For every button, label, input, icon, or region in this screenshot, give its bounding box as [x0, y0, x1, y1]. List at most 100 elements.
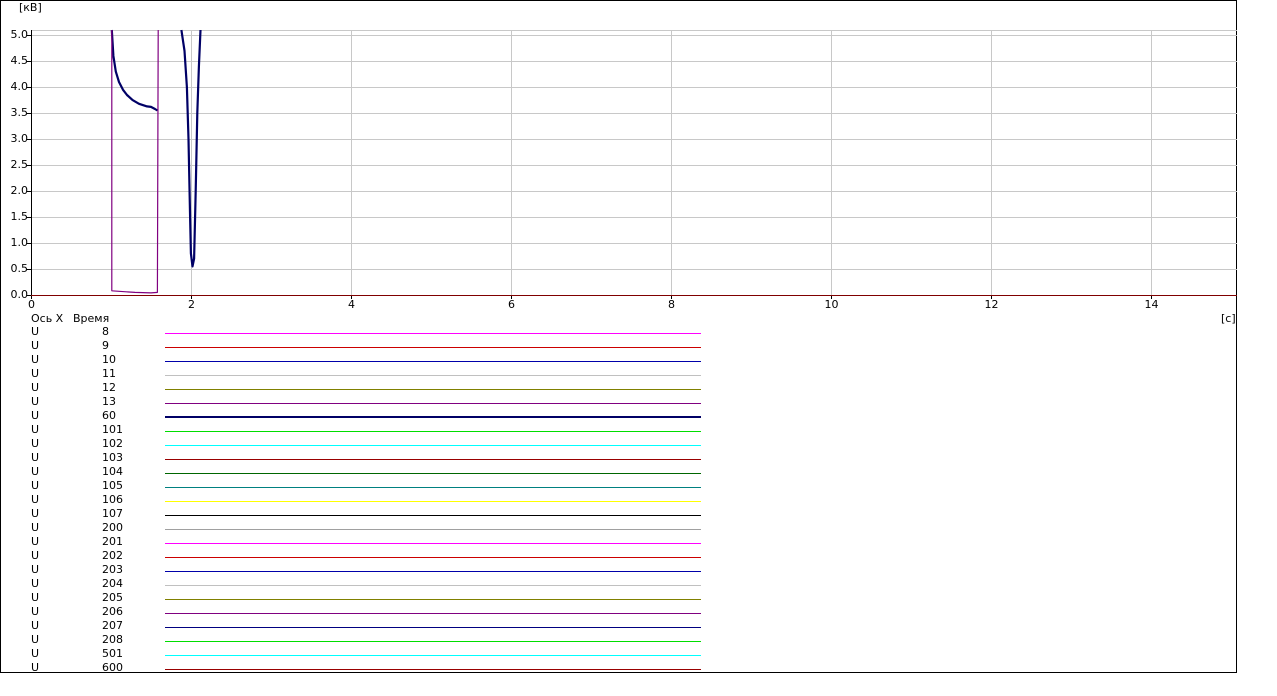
legend-swatch — [165, 431, 701, 432]
y-tick-label: 4.5 — [10, 53, 29, 67]
legend-swatch — [165, 571, 701, 572]
x-tick-label: 14 — [1144, 298, 1159, 311]
legend-node-number: 208 — [102, 633, 123, 646]
legend-swatch — [165, 599, 701, 600]
legend-node-number: 13 — [102, 395, 116, 408]
legend-variable: U — [31, 409, 40, 422]
legend-item: U 106 — [0, 494, 710, 508]
x-axis-quantity: Время — [73, 312, 110, 325]
legend-swatch — [165, 585, 701, 586]
legend-node-number: 205 — [102, 591, 123, 604]
legend-item: U 104 — [0, 466, 710, 480]
legend-swatch — [165, 641, 701, 642]
x-tick-label: 8 — [668, 298, 675, 311]
legend-variable: U — [31, 521, 40, 534]
legend-swatch — [165, 529, 701, 530]
y-axis-label: [кВ] — [19, 1, 42, 14]
legend-swatch — [165, 361, 701, 362]
legend-node-number: 104 — [102, 465, 123, 478]
legend-item: U 101 — [0, 424, 710, 438]
legend-item: U 208 — [0, 634, 710, 648]
legend-variable: U — [31, 423, 40, 436]
y-tick-label: 0.5 — [10, 261, 29, 275]
legend-variable: U — [31, 577, 40, 590]
legend-node-number: 204 — [102, 577, 123, 590]
series-layer — [110, 29, 202, 294]
legend-swatch — [165, 655, 701, 656]
legend-node-number: 201 — [102, 535, 123, 548]
legend-item: U 200 — [0, 522, 710, 536]
legend-variable: U — [31, 507, 40, 520]
x-tick-label: 2 — [188, 298, 195, 311]
legend-node-number: 101 — [102, 423, 123, 436]
legend-variable: U — [31, 479, 40, 492]
legend-item: U 202 — [0, 550, 710, 564]
legend-node-number: 206 — [102, 605, 123, 618]
legend-node-number: 11 — [102, 367, 116, 380]
legend-node-number: 60 — [102, 409, 116, 422]
legend-node-number: 106 — [102, 493, 123, 506]
y-tick-label: 1.0 — [10, 235, 29, 249]
legend-swatch — [165, 627, 701, 628]
legend-item: U 205 — [0, 592, 710, 606]
y-tick-label: 3.5 — [10, 105, 29, 119]
legend-variable: U — [31, 633, 40, 646]
y-tick-label: 3.0 — [10, 131, 29, 145]
legend-node-number: 202 — [102, 549, 123, 562]
y-tick-label: 2.0 — [10, 183, 29, 197]
legend-node-number: 207 — [102, 619, 123, 632]
legend-item: U 105 — [0, 480, 710, 494]
legend-item: U 13 — [0, 396, 710, 410]
legend-node-number: 12 — [102, 381, 116, 394]
legend-item: U 10 — [0, 354, 710, 368]
y-tick-label: 1.5 — [10, 209, 29, 223]
legend-node-number: 203 — [102, 563, 123, 576]
legend-swatch — [165, 613, 701, 614]
legend-swatch — [165, 473, 701, 474]
legend-swatch — [165, 445, 701, 446]
legend-node-number: 501 — [102, 647, 123, 660]
series-line-60 — [110, 29, 158, 112]
legend-variable: U — [31, 535, 40, 548]
legend-item: U 600 — [0, 662, 710, 676]
legend-swatch — [165, 501, 701, 502]
y-tick-label: 2.5 — [10, 157, 29, 171]
legend-item: U 203 — [0, 564, 710, 578]
legend-variable: U — [31, 353, 40, 366]
legend-variable: U — [31, 661, 40, 674]
y-tick-label: 0.0 — [10, 287, 29, 301]
legend-item: U 207 — [0, 620, 710, 634]
legend-item: U 103 — [0, 452, 710, 466]
legend-swatch — [165, 669, 701, 670]
legend-item: U 501 — [0, 648, 710, 662]
legend-item: U 206 — [0, 606, 710, 620]
legend-item: U8 — [0, 326, 710, 340]
legend-variable: U — [31, 591, 40, 604]
x-tick-label: 12 — [984, 298, 999, 311]
legend-item: U 11 — [0, 368, 710, 382]
legend-variable: U — [31, 395, 40, 408]
legend-swatch — [165, 459, 701, 460]
x-tick-label: 4 — [348, 298, 355, 311]
legend-swatch — [165, 487, 701, 488]
x-axis-label: [с] — [1221, 312, 1236, 325]
legend-variable: U — [31, 605, 40, 618]
x-tick-label: 6 — [508, 298, 515, 311]
grid — [31, 30, 1237, 295]
legend-variable: U — [31, 451, 40, 464]
legend-variable: U — [31, 465, 40, 478]
legend-node-number: 107 — [102, 507, 123, 520]
legend-node-number: 103 — [102, 451, 123, 464]
legend-swatch — [165, 543, 701, 544]
legend-item: U 201 — [0, 536, 710, 550]
legend-variable: U — [31, 339, 40, 352]
legend-variable: U — [31, 367, 40, 380]
legend-variable: U — [31, 493, 40, 506]
y-tick-label: 5.0 — [10, 27, 29, 41]
legend-swatch — [165, 557, 701, 558]
legend-swatch — [165, 333, 701, 334]
legend-item: U9 — [0, 340, 710, 354]
legend-variable: U — [31, 325, 40, 338]
x-tick-label: 10 — [824, 298, 839, 311]
legend-variable: U — [31, 619, 40, 632]
